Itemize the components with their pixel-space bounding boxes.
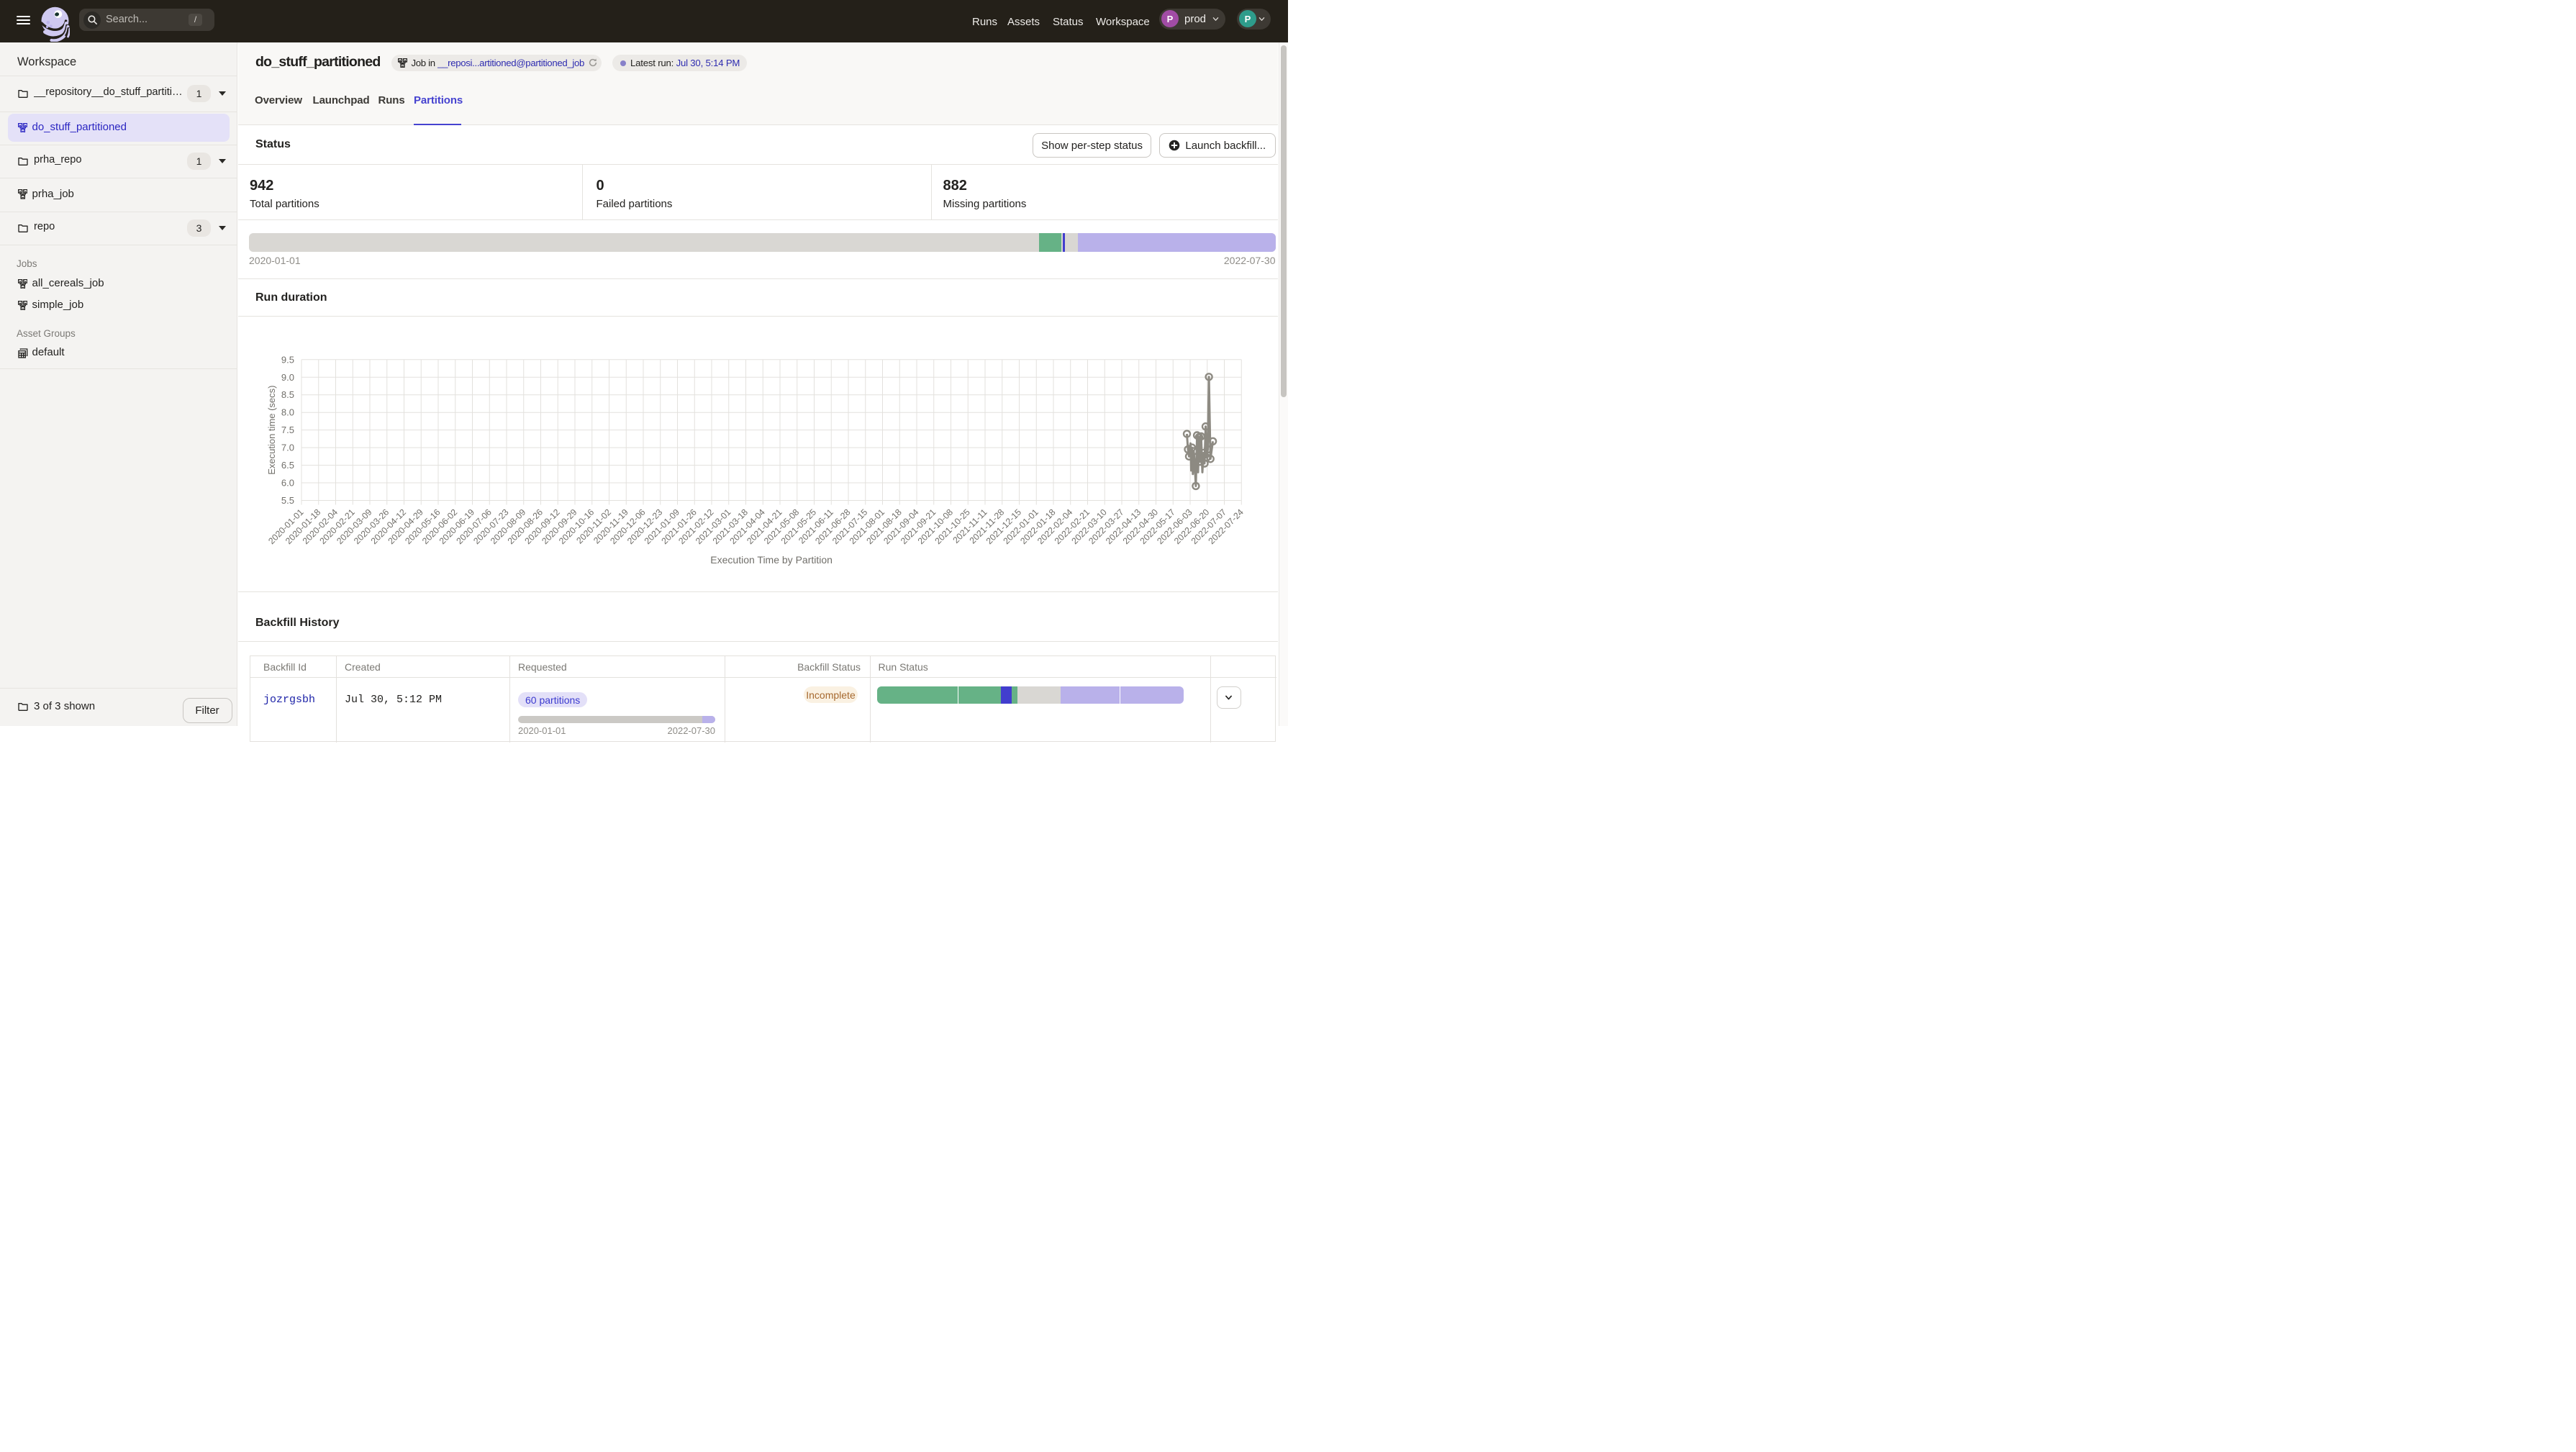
svg-text:8.0: 8.0 [281, 407, 294, 418]
svg-text:Execution time (secs): Execution time (secs) [266, 386, 277, 475]
svg-text:6.0: 6.0 [281, 478, 294, 489]
svg-text:9.0: 9.0 [281, 372, 294, 383]
svg-text:7.5: 7.5 [281, 425, 294, 435]
svg-text:6.5: 6.5 [281, 460, 294, 471]
svg-text:8.5: 8.5 [281, 389, 294, 400]
svg-text:Execution Time by Partition: Execution Time by Partition [710, 554, 833, 566]
svg-text:5.5: 5.5 [281, 495, 294, 506]
svg-text:7.0: 7.0 [281, 443, 294, 453]
svg-text:9.5: 9.5 [281, 354, 294, 365]
